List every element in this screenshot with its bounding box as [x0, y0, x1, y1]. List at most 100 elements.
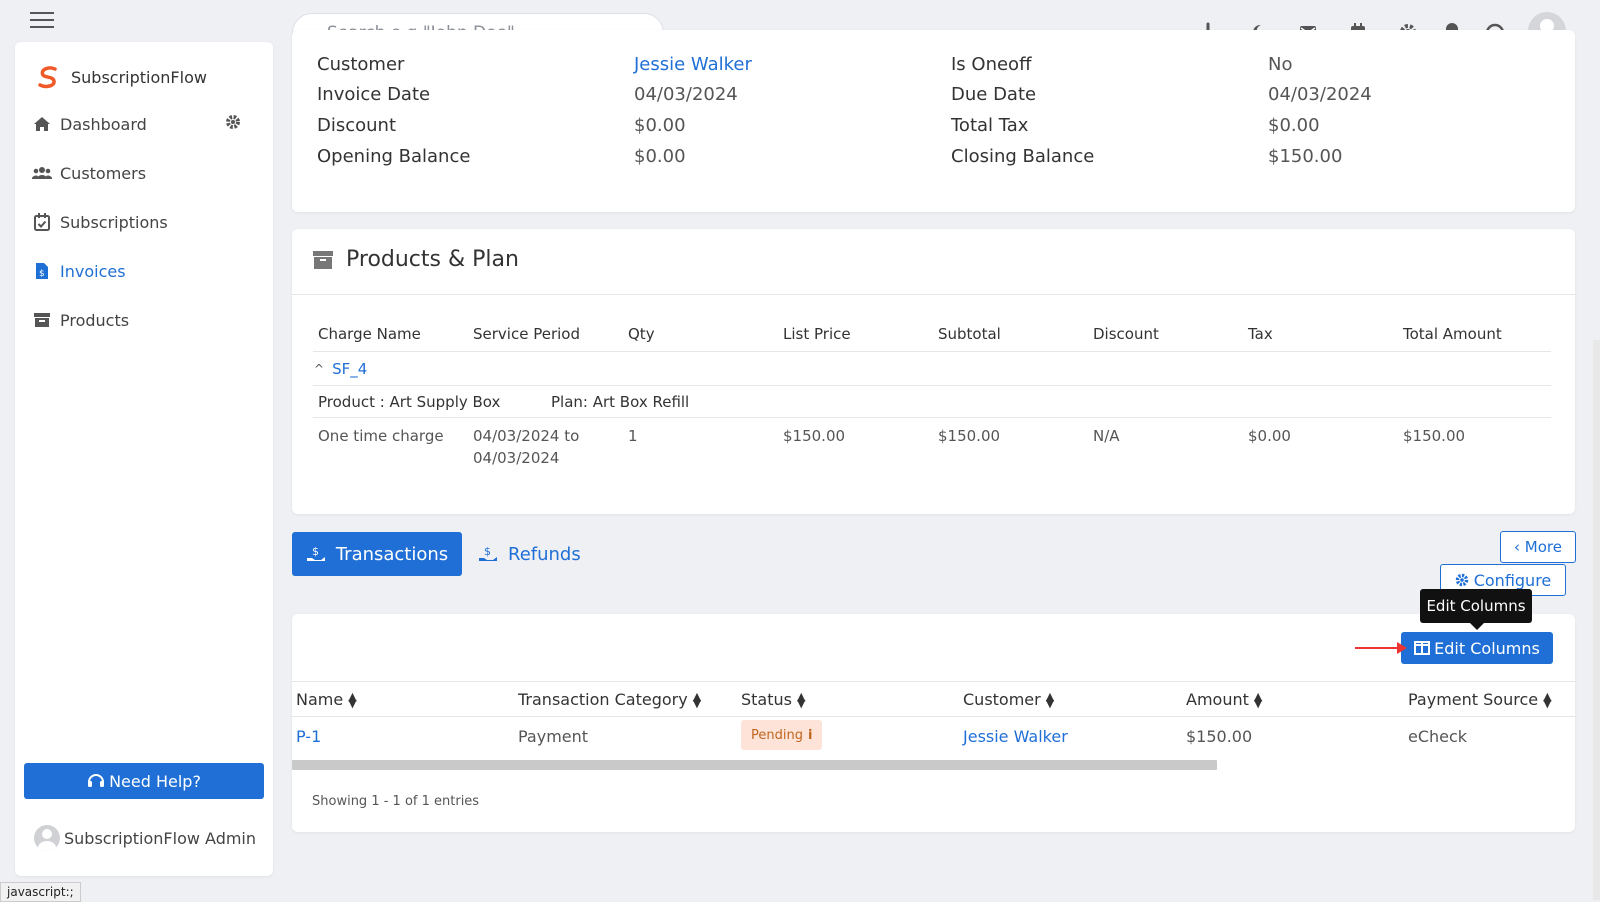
sidebar-item-customers[interactable]: Customers	[32, 159, 146, 187]
service-period-end: 04/03/2024	[473, 449, 560, 467]
info-label: Opening Balance	[317, 146, 471, 167]
tax: $0.00	[1248, 427, 1291, 445]
header-label: Status	[741, 690, 792, 709]
sidebar-item-dashboard[interactable]: Dashboard	[32, 110, 147, 138]
pagination-info: Showing 1 - 1 of 1 entries	[312, 794, 480, 809]
info-value: 04/03/2024	[1268, 84, 1372, 105]
subtotal: $150.00	[938, 427, 1001, 445]
tab-refunds[interactable]: $ Refunds	[478, 532, 581, 576]
header-label: Transaction Category	[518, 690, 688, 709]
column-header-status[interactable]: Status ▲ ▼	[741, 690, 805, 709]
sidebar: SubscriptionFlow Dashboard Customers Sub…	[15, 42, 273, 876]
brand-name: SubscriptionFlow	[71, 67, 207, 87]
sort-icon: ▲ ▼	[1543, 689, 1552, 710]
divider	[292, 716, 1575, 717]
header-label: Customer	[963, 690, 1041, 709]
more-button[interactable]: ‹ More	[1500, 531, 1576, 563]
sidebar-item-label: Dashboard	[60, 114, 147, 134]
qty: 1	[628, 427, 638, 445]
info-label: Discount	[317, 115, 397, 136]
charge-name: One time charge	[318, 427, 444, 445]
home-icon	[32, 114, 52, 134]
info-value: $0.00	[634, 146, 686, 167]
column-header: List Price	[783, 325, 851, 343]
menu-icon[interactable]	[30, 12, 54, 30]
hand-dollar-icon: $	[479, 545, 497, 561]
service-period-start: 04/03/2024 to	[473, 427, 580, 445]
horizontal-scrollbar[interactable]	[292, 760, 1217, 770]
plan-group-toggle[interactable]: ^ SF_4	[314, 360, 367, 378]
column-header-customer[interactable]: Customer ▲ ▼	[963, 690, 1054, 709]
hand-dollar-icon: $	[306, 545, 325, 561]
column-header: Total Amount	[1403, 325, 1502, 343]
column-header: Discount	[1093, 325, 1159, 343]
tab-transactions[interactable]: $ Transactions	[292, 532, 462, 576]
svg-text:$: $	[484, 545, 491, 558]
divider	[292, 681, 1575, 682]
edit-columns-label: Edit Columns	[1434, 638, 1540, 658]
column-header-amount[interactable]: Amount ▲ ▼	[1186, 690, 1262, 709]
edit-columns-button[interactable]: Edit Columns	[1401, 632, 1553, 664]
product-label: Product : Art Supply Box	[318, 393, 501, 411]
column-header-name[interactable]: Name ▲ ▼	[296, 690, 357, 709]
sort-icon: ▲ ▼	[1253, 689, 1263, 710]
header-label: Name	[296, 690, 344, 709]
need-help-label: Need Help?	[109, 771, 201, 791]
info-value: 04/03/2024	[634, 84, 738, 105]
products-plan-card: Products & Plan Charge Name Service Peri…	[292, 229, 1575, 514]
info-label: Closing Balance	[951, 146, 1095, 167]
customer-link[interactable]: Jessie Walker	[634, 54, 752, 75]
brand-logo-icon	[38, 66, 57, 89]
admin-profile[interactable]: SubscriptionFlow Admin	[34, 825, 256, 851]
chevron-up-icon: ^	[314, 362, 325, 376]
invoice-details-card: Customer Jessie Walker Is Oneoff No Invo…	[292, 30, 1575, 212]
info-label: Due Date	[951, 84, 1037, 105]
dashboard-settings-icon[interactable]	[225, 114, 243, 132]
divider	[292, 294, 1575, 295]
page-scrollbar[interactable]	[1593, 340, 1600, 900]
calendar-check-icon	[32, 212, 52, 232]
divider	[313, 417, 1551, 418]
info-value: $0.00	[1268, 115, 1320, 136]
need-help-button[interactable]: Need Help?	[24, 763, 264, 799]
info-value: No	[1268, 54, 1293, 75]
column-header: Subtotal	[938, 325, 1001, 343]
sort-icon: ▲ ▼	[348, 689, 357, 710]
info-label: Invoice Date	[317, 84, 431, 105]
products-title: Products & Plan	[346, 247, 519, 272]
section-title: Products & Plan	[312, 247, 519, 272]
divider	[313, 351, 1551, 352]
gear-icon	[1455, 573, 1468, 587]
column-header: Service Period	[473, 325, 580, 343]
svg-text:$: $	[312, 545, 319, 558]
plan-label: Plan: Art Box Refill	[551, 393, 690, 411]
sidebar-item-label: Invoices	[60, 261, 126, 281]
sort-icon: ▲ ▼	[692, 689, 702, 710]
transaction-name-link[interactable]: P-1	[296, 727, 321, 746]
customer-link[interactable]: Jessie Walker	[963, 727, 1068, 746]
column-header-payment-source[interactable]: Payment Source ▲ ▼	[1408, 690, 1552, 709]
sidebar-item-products[interactable]: Products	[32, 306, 129, 334]
info-value: $150.00	[1268, 146, 1343, 167]
admin-name: SubscriptionFlow Admin	[64, 828, 257, 848]
column-header-category[interactable]: Transaction Category ▲ ▼	[518, 690, 701, 709]
status-badge: Pending i	[741, 720, 823, 750]
info-icon[interactable]: i	[808, 728, 812, 743]
transaction-amount: $150.00	[1186, 727, 1253, 746]
configure-label: Configure	[1473, 570, 1552, 590]
sidebar-item-subscriptions[interactable]: Subscriptions	[32, 208, 168, 236]
browser-status-bar: javascript:;	[0, 882, 81, 902]
payment-source: eCheck	[1408, 727, 1468, 746]
edit-columns-tooltip: Edit Columns	[1420, 589, 1532, 630]
sidebar-item-invoices[interactable]: $ Invoices	[32, 257, 126, 285]
archive-icon	[313, 250, 333, 269]
columns-icon	[1414, 641, 1431, 655]
headset-icon	[88, 774, 105, 787]
info-label: Total Tax	[951, 115, 1029, 136]
sidebar-item-label: Products	[60, 310, 130, 330]
brand[interactable]: SubscriptionFlow	[35, 64, 207, 90]
discount: N/A	[1093, 427, 1120, 445]
list-price: $150.00	[783, 427, 846, 445]
column-header: Qty	[628, 325, 655, 343]
transaction-category: Payment	[518, 727, 589, 746]
